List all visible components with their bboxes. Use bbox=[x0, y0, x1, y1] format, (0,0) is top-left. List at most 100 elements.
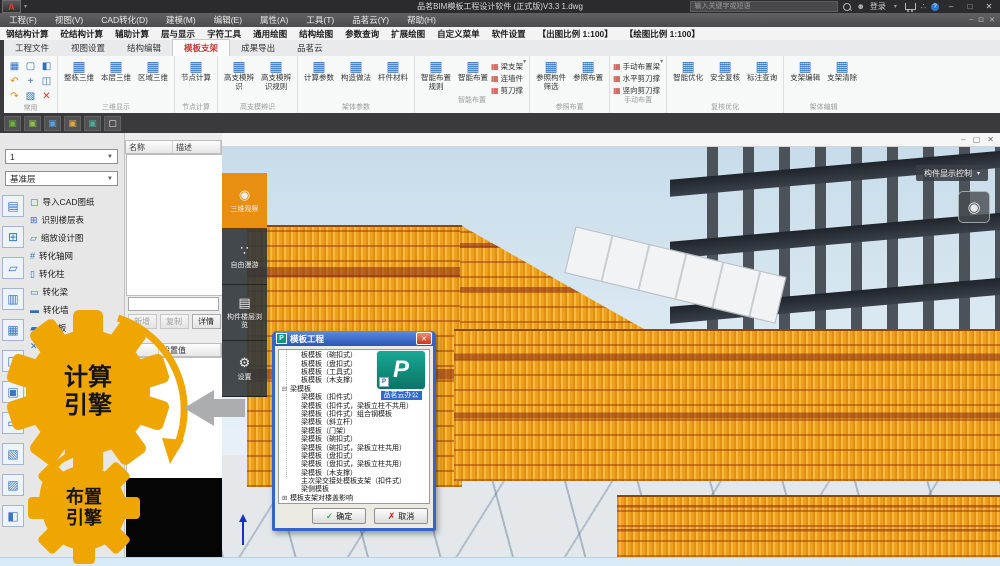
dialog-close-button[interactable]: ✕ bbox=[416, 332, 432, 345]
tree-item[interactable]: 梁模板（碗扣式，梁板立柱共用） bbox=[279, 443, 429, 451]
tree-item[interactable]: 主次梁交接处模板支架（扣件式） bbox=[279, 477, 429, 485]
ribbon-tab[interactable]: 工程文件 bbox=[4, 40, 60, 56]
classic-menu-item[interactable]: 辅助计算 bbox=[109, 28, 155, 40]
ribbon-button[interactable]: ▦整栋三维 bbox=[61, 58, 97, 83]
menu-item[interactable]: 帮助(H) bbox=[398, 14, 445, 26]
ribbon-button[interactable]: ▦支架清除 bbox=[824, 58, 860, 83]
app-logo-icon[interactable]: A bbox=[2, 0, 21, 13]
logo-dropdown-icon[interactable]: ▾ bbox=[24, 3, 27, 10]
ribbon-button[interactable]: ▦智能布置 bbox=[455, 58, 491, 83]
name-list-area[interactable] bbox=[126, 154, 223, 296]
cancel-button[interactable]: ✗取消 bbox=[374, 508, 428, 524]
common-tool-icon[interactable]: + bbox=[23, 75, 38, 89]
sidebar-list-item[interactable]: ▯转化柱 bbox=[30, 265, 122, 283]
ribbon-tab[interactable]: 品茗云 bbox=[286, 40, 334, 56]
ribbon-small-button[interactable]: ▦连墙件 bbox=[491, 73, 523, 84]
tree-item[interactable]: 梁模板（扣件式，梁板立柱不共用） bbox=[279, 401, 429, 409]
ribbon-button[interactable]: ▦节点计算 bbox=[178, 58, 214, 83]
menu-item[interactable]: 属性(A) bbox=[251, 14, 297, 26]
menu-item[interactable]: CAD转化(D) bbox=[92, 14, 157, 26]
sidebar-tool-icon[interactable]: ▥ bbox=[2, 288, 24, 310]
sidebar-list-item[interactable]: ▢导入CAD图纸 bbox=[30, 193, 122, 211]
menu-item[interactable]: 编辑(E) bbox=[205, 14, 251, 26]
tree-item[interactable]: 梁模板（扣件式）组合钢模板 bbox=[279, 410, 429, 418]
classic-menu-item[interactable]: 【出图比例 1:100】 bbox=[532, 28, 619, 40]
ribbon-button[interactable]: ▦参照布置 bbox=[570, 58, 606, 83]
menu-item[interactable]: 品茗云(Y) bbox=[343, 14, 398, 26]
quick-tool-icon[interactable]: ▢ bbox=[104, 116, 121, 131]
ribbon-button[interactable]: ▦安全复核 bbox=[707, 58, 743, 83]
sidebar-tool-icon[interactable]: ▱ bbox=[2, 257, 24, 279]
cart-icon[interactable] bbox=[905, 3, 916, 10]
quick-tool-icon[interactable]: ▣ bbox=[84, 116, 101, 131]
ribbon-small-button[interactable]: ▦手动布置梁 bbox=[613, 61, 660, 72]
share-icon[interactable]: ∴ bbox=[921, 2, 926, 11]
ribbon-small-button[interactable]: ▦水平剪刀撑 bbox=[613, 73, 660, 84]
menu-item[interactable]: 视图(V) bbox=[46, 14, 92, 26]
ribbon-tab[interactable]: 成果导出 bbox=[230, 40, 286, 56]
ribbon-button[interactable]: ▦本层三维 bbox=[98, 58, 134, 83]
classic-menu-item[interactable]: 钢结构计算 bbox=[0, 28, 55, 40]
ribbon-button[interactable]: ▦智能布置规则 bbox=[418, 58, 454, 91]
smart-layout-dropdown-icon[interactable]: ▾ bbox=[523, 58, 526, 96]
ribbon-small-button[interactable]: ▦竖向剪刀撑 bbox=[613, 85, 660, 96]
ribbon-button[interactable]: ▦高支模辨识规则 bbox=[258, 58, 294, 91]
login-label[interactable]: 登录 bbox=[870, 1, 886, 12]
login-dropdown-icon[interactable]: ▾ bbox=[894, 3, 897, 10]
common-tool-icon[interactable]: ↶ bbox=[7, 75, 22, 89]
ribbon-button[interactable]: ▦区域三维 bbox=[135, 58, 171, 83]
common-tool-icon[interactable]: ↷ bbox=[7, 90, 22, 104]
ribbon-button[interactable]: ▦计算参数 bbox=[301, 58, 337, 83]
doc-restore-button[interactable]: ⊡ bbox=[978, 16, 984, 24]
filter-input[interactable] bbox=[128, 297, 219, 311]
common-tool-icon[interactable]: ▢ bbox=[23, 60, 38, 74]
floor-dropdown[interactable]: 1▼ bbox=[5, 149, 118, 164]
sidebar-list-item[interactable]: ▱缩放设计图 bbox=[30, 229, 122, 247]
ribbon-button[interactable]: ▦智能优化 bbox=[670, 58, 706, 83]
sidebar-list-item[interactable]: ▭转化梁 bbox=[30, 283, 122, 301]
close-button[interactable]: ✕ bbox=[982, 2, 996, 11]
manual-layout-dropdown-icon[interactable]: ▾ bbox=[660, 58, 663, 96]
search-input[interactable] bbox=[690, 1, 838, 12]
search-icon[interactable] bbox=[843, 3, 851, 11]
help-icon[interactable]: ? bbox=[931, 3, 939, 11]
maximize-button[interactable]: □ bbox=[963, 2, 977, 11]
ribbon-small-button[interactable]: ▦剪刀撑 bbox=[491, 85, 523, 96]
ok-button[interactable]: ✓确定 bbox=[312, 508, 366, 524]
column-header-desc[interactable]: 描述 bbox=[173, 141, 221, 153]
menu-item[interactable]: 建模(M) bbox=[157, 14, 205, 26]
classic-menu-item[interactable]: 结构绘图 bbox=[293, 28, 339, 40]
view-tool-button[interactable]: ∵自由漫游 bbox=[222, 229, 267, 285]
classic-menu-item[interactable]: 层与显示 bbox=[155, 28, 201, 40]
tree-expand-icon[interactable]: ⊟ bbox=[282, 385, 290, 393]
common-tool-icon[interactable]: ◫ bbox=[39, 75, 54, 89]
tree-item[interactable]: 梁侧模板 bbox=[279, 485, 429, 493]
doc-close-button[interactable]: ✕ bbox=[989, 16, 995, 24]
tree-item[interactable]: 梁模板（盘扣式，梁板立柱共用） bbox=[279, 460, 429, 468]
view-tool-button[interactable]: ⚙设置 bbox=[222, 341, 267, 397]
pinming-cloud-shortcut[interactable]: P 品茗云办公 bbox=[374, 350, 428, 400]
nav-cube[interactable]: ◉ bbox=[958, 191, 990, 223]
menu-item[interactable]: 工具(T) bbox=[297, 14, 343, 26]
view-tool-button[interactable]: ◉三维观察 bbox=[222, 173, 267, 229]
tree-item[interactable]: 梁模板（斜立杆） bbox=[279, 418, 429, 426]
ribbon-button[interactable]: ▦标注查询 bbox=[744, 58, 780, 83]
tree-item[interactable]: 梁模板（碗扣式） bbox=[279, 435, 429, 443]
quick-tool-icon[interactable]: ▣ bbox=[44, 116, 61, 131]
tree-item[interactable]: 梁模板（门架） bbox=[279, 427, 429, 435]
menu-item[interactable]: 工程(F) bbox=[0, 14, 46, 26]
sidebar-tool-icon[interactable]: ⊞ bbox=[2, 226, 24, 248]
ribbon-button[interactable]: ▦高支模辨识 bbox=[221, 58, 257, 91]
dialog-title-bar[interactable]: P 模板工程 ✕ bbox=[275, 331, 433, 346]
ribbon-button[interactable]: ▦参照构件筛选 bbox=[533, 58, 569, 91]
display-control-button[interactable]: 构件显示控制▾ bbox=[916, 165, 988, 181]
ribbon-tab[interactable]: 结构编辑 bbox=[116, 40, 172, 56]
tree-item[interactable]: 梁模板（木支撑） bbox=[279, 468, 429, 476]
ribbon-tab[interactable]: 模板支架 bbox=[172, 39, 230, 56]
classic-menu-item[interactable]: 砼结构计算 bbox=[55, 28, 110, 40]
sidebar-tool-icon[interactable]: ◧ bbox=[2, 505, 24, 527]
common-tool-icon[interactable]: ▦ bbox=[7, 60, 22, 74]
minimize-button[interactable]: – bbox=[944, 2, 958, 11]
classic-menu-item[interactable]: 参数查询 bbox=[339, 28, 385, 40]
ribbon-button[interactable]: ▦支架编辑 bbox=[787, 58, 823, 83]
